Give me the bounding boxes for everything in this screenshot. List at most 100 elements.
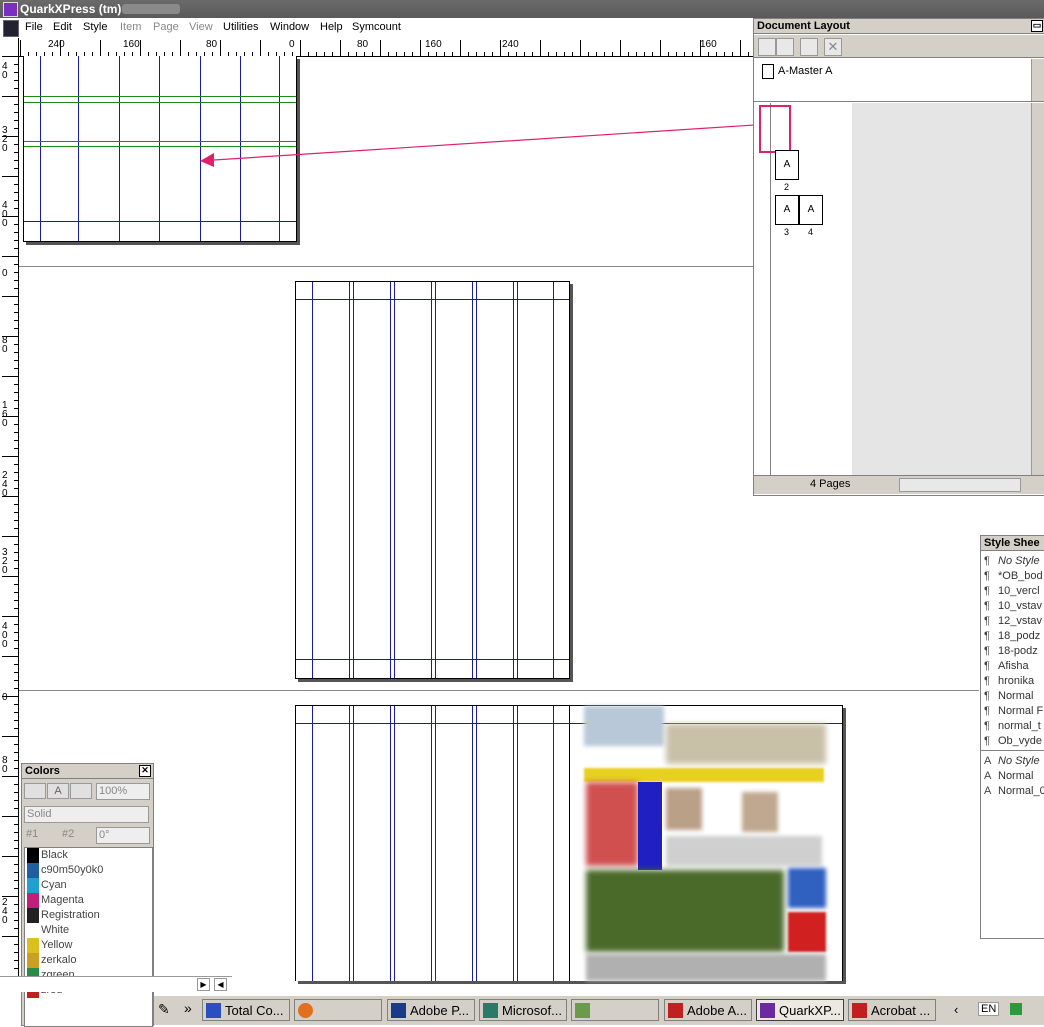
newspaper-photo — [666, 788, 702, 830]
background-color-icon[interactable] — [70, 783, 92, 799]
paragraph-style-item[interactable]: ¶ 18_podz — [984, 629, 1040, 644]
page-2[interactable] — [295, 281, 570, 679]
page-thumbnails[interactable]: A 2 A 3 A 4 — [759, 103, 853, 476]
horizontal-ruler[interactable]: 240 160 80 0 80 160 240 160 — [0, 38, 756, 57]
paragraph-style-item[interactable]: ¶ 12_vstav — [984, 614, 1042, 629]
menu-page[interactable]: Page — [153, 21, 179, 33]
quicklaunch-icon[interactable]: ✎ — [158, 1001, 170, 1018]
scroll-left-icon[interactable]: ◀ — [214, 978, 227, 991]
chevron-icon[interactable]: » — [184, 1000, 192, 1016]
tray-arrow-icon[interactable]: ‹ — [954, 1002, 958, 1017]
close-icon[interactable]: ✕ — [139, 765, 151, 777]
colors-title-bar[interactable]: Colors ✕ — [22, 764, 153, 779]
ruler-tick — [684, 52, 685, 56]
ruler-tick — [14, 400, 18, 401]
menu-item[interactable]: Item — [120, 21, 141, 33]
page-icon-4[interactable]: A — [799, 195, 823, 225]
ruler-tick — [564, 52, 565, 56]
color-swatch — [27, 848, 39, 863]
task-total-commander[interactable]: Total Co... — [202, 999, 290, 1021]
page-1-drop-target[interactable] — [759, 105, 791, 153]
color-item[interactable]: Black — [41, 848, 68, 863]
master-item-a[interactable]: A-Master A — [778, 65, 832, 77]
document-layout-title-bar[interactable]: Document Layout ▭ — [754, 19, 1044, 34]
color-item[interactable]: c90m50y0k0 — [41, 863, 103, 878]
style-sheets-title-bar[interactable]: Style Shee — [981, 536, 1044, 551]
paragraph-icon: ¶ — [984, 585, 990, 597]
paragraph-style-item[interactable]: ¶ Afisha — [984, 659, 1029, 674]
paragraph-style-item[interactable]: ¶ Normal — [984, 689, 1033, 704]
language-indicator[interactable]: EN — [978, 1002, 1000, 1016]
menu-file[interactable]: File — [25, 21, 43, 33]
character-style-item[interactable]: A No Style — [984, 754, 1040, 769]
ruler-tick — [2, 456, 18, 457]
menu-help[interactable]: Help — [320, 21, 343, 33]
color-item[interactable]: Magenta — [41, 893, 84, 908]
character-icon: A — [984, 770, 992, 782]
paragraph-style-item[interactable]: ¶ *OB_bod — [984, 569, 1043, 584]
facing-page-icon[interactable] — [776, 38, 794, 56]
color-item[interactable]: Cyan — [41, 878, 67, 893]
page-3-4-spread[interactable] — [295, 705, 843, 981]
ruler-origin[interactable] — [0, 38, 19, 56]
ruler-tick — [596, 52, 597, 56]
paragraph-style-item[interactable]: ¶ 10_vstav — [984, 599, 1042, 614]
paragraph-style-item[interactable]: ¶ 10_vercl — [984, 584, 1040, 599]
opacity-field[interactable]: 100% — [96, 783, 150, 800]
paragraph-style-item[interactable]: ¶ Ob_vyde — [984, 734, 1042, 749]
color-item[interactable]: Yellow — [41, 938, 72, 953]
scroll-right-icon[interactable]: ▶ — [197, 978, 210, 991]
page-icon-2[interactable]: A — [775, 150, 799, 180]
menu-view[interactable]: View — [189, 21, 213, 33]
ruler-tick — [340, 40, 341, 56]
vertical-scrollbar[interactable] — [1031, 103, 1044, 476]
ruler-tick — [572, 52, 573, 56]
ruler-tick — [14, 168, 18, 169]
document-horizontal-scrollbar[interactable]: ▶ ◀ — [0, 976, 232, 992]
paragraph-style-item[interactable]: ¶ normal_t — [984, 719, 1041, 734]
menu-utilities[interactable]: Utilities — [223, 21, 258, 33]
paragraph-style-item[interactable]: ¶ Normal F — [984, 704, 1043, 719]
ruler-tick — [668, 52, 669, 56]
task-adobe-acrobat[interactable]: Adobe A... — [664, 999, 752, 1021]
master-scrollbar[interactable] — [1031, 59, 1044, 101]
ruler-tick — [628, 52, 629, 56]
character-style-item[interactable]: A Normal — [984, 769, 1033, 784]
menu-edit[interactable]: Edit — [53, 21, 72, 33]
document-icon[interactable] — [3, 20, 19, 37]
menu-window[interactable]: Window — [270, 21, 309, 33]
text-color-icon[interactable]: A — [47, 783, 69, 799]
frame-color-icon[interactable] — [24, 783, 46, 799]
color-item[interactable]: Registration — [41, 908, 100, 923]
color-item[interactable]: zerkalo — [41, 953, 76, 968]
duplicate-icon[interactable] — [800, 38, 818, 56]
menu-symcount[interactable]: Symcount — [352, 21, 401, 33]
paragraph-style-item[interactable]: ¶ No Style — [984, 554, 1040, 569]
delete-icon[interactable]: ✕ — [824, 38, 842, 56]
ruler-tick — [508, 52, 509, 56]
ruler-tick — [484, 52, 485, 56]
tray-icon[interactable] — [1010, 1003, 1022, 1015]
paragraph-style-item[interactable]: ¶ hronika — [984, 674, 1034, 689]
single-page-icon[interactable] — [758, 38, 776, 56]
task-quarkxpress[interactable]: QuarkXP... — [756, 999, 844, 1021]
menu-style[interactable]: Style — [83, 21, 107, 33]
task-acrobat[interactable]: Acrobat ... — [848, 999, 936, 1021]
angle-field[interactable]: 0° — [96, 827, 150, 844]
fill-type-select[interactable]: Solid — [24, 806, 149, 823]
palette-title: Colors — [25, 765, 60, 777]
radio-2[interactable]: #2 — [60, 827, 92, 842]
page-1[interactable] — [23, 56, 297, 242]
color-item[interactable]: White — [41, 923, 69, 938]
radio-1[interactable]: #1 — [24, 827, 56, 842]
task-adobe-photoshop[interactable]: Adobe P... — [387, 999, 475, 1021]
task-blurred-2[interactable] — [571, 999, 659, 1021]
task-blurred[interactable] — [294, 999, 382, 1021]
horizontal-scrollbar[interactable] — [899, 478, 1021, 492]
vertical-ruler[interactable]: 4 0 3 2 0 4 0 0 0 8 0 1 6 0 2 4 0 3 2 0 … — [0, 56, 19, 976]
task-microsoft-word[interactable]: Microsof... — [479, 999, 567, 1021]
character-style-item[interactable]: A Normal_0 — [984, 784, 1044, 799]
paragraph-style-item[interactable]: ¶ 18-podz — [984, 644, 1038, 659]
collapse-icon[interactable]: ▭ — [1031, 20, 1043, 32]
page-icon-3[interactable]: A — [775, 195, 799, 225]
